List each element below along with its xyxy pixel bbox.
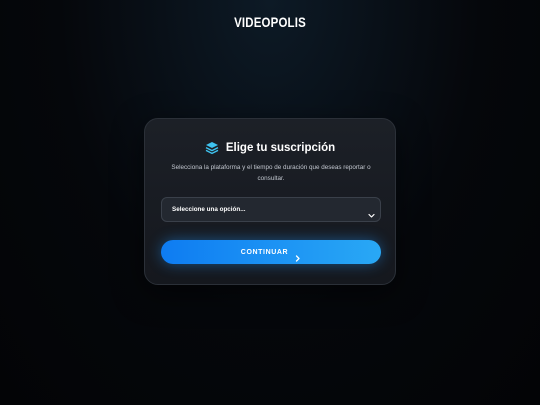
- continue-button-label: CONTINUAR: [240, 248, 289, 256]
- layers-icon: [205, 141, 219, 155]
- select-value: Seleccione una opción...: [172, 206, 246, 213]
- card-title: Elige tu suscripción: [225, 142, 336, 154]
- subscription-card: Elige tu suscripción Selecciona la plata…: [144, 118, 396, 285]
- continue-button[interactable]: CONTINUAR: [161, 240, 381, 264]
- brand-logo: VIDEOPOLIS: [234, 14, 306, 30]
- platform-select[interactable]: Seleccione una opción...: [161, 197, 381, 222]
- card-header: Elige tu suscripción: [145, 141, 395, 155]
- chevron-right-icon: [294, 249, 301, 262]
- card-subtitle: Selecciona la plataforma y el tiempo de …: [171, 164, 371, 182]
- chevron-down-icon: [368, 206, 375, 218]
